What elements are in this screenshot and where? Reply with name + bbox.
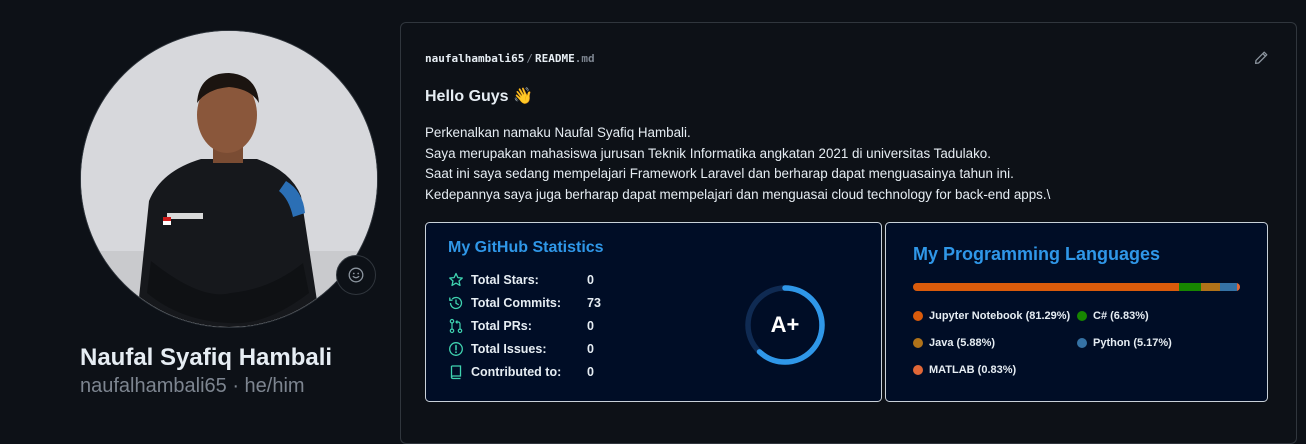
stat-value: 0 bbox=[587, 273, 594, 287]
language-item-java: Java (5.88%) bbox=[913, 337, 995, 349]
stat-row-commits: Total Commits: 73 bbox=[448, 293, 601, 313]
pencil-icon bbox=[1254, 51, 1268, 65]
stat-label: Total PRs: bbox=[471, 319, 532, 333]
stat-row-contributed: Contributed to: 0 bbox=[448, 362, 594, 382]
readme-line: Kedepannya saya juga berharap dapat memp… bbox=[425, 186, 1051, 202]
language-bar-segment bbox=[1220, 283, 1238, 291]
profile-name: Naufal Syafiq Hambali bbox=[80, 344, 333, 371]
repo-icon bbox=[450, 365, 462, 380]
top-languages-card[interactable]: My Programming Languages Jupyter Noteboo… bbox=[885, 222, 1268, 402]
stat-value: 0 bbox=[587, 342, 594, 356]
language-label: C# (6.83%) bbox=[1093, 310, 1149, 322]
language-color-dot bbox=[913, 338, 923, 348]
rank-grade: A+ bbox=[770, 312, 800, 337]
stat-value: 0 bbox=[587, 365, 594, 379]
language-item-csharp: C# (6.83%) bbox=[1077, 310, 1149, 322]
set-status-button[interactable] bbox=[336, 255, 376, 295]
language-label: Python (5.17%) bbox=[1093, 337, 1172, 349]
star-icon bbox=[449, 272, 463, 287]
language-label: Jupyter Notebook (81.29%) bbox=[929, 310, 1071, 322]
stat-row-prs: Total PRs: 0 bbox=[448, 316, 594, 336]
stat-label: Total Stars: bbox=[471, 273, 539, 287]
language-color-dot bbox=[913, 311, 923, 321]
stat-label: Total Issues: bbox=[471, 342, 547, 356]
language-progress-bar bbox=[913, 283, 1240, 291]
smiley-icon bbox=[348, 267, 364, 283]
language-bar-segment bbox=[1178, 283, 1202, 291]
readme-breadcrumb: naufalhambali65/README.md bbox=[425, 52, 595, 65]
breadcrumb-file-ext: .md bbox=[574, 52, 595, 65]
issue-icon bbox=[449, 342, 463, 356]
language-bar-segment bbox=[1237, 283, 1240, 291]
language-label: MATLAB (0.83%) bbox=[929, 364, 1017, 376]
languages-card-title: My Programming Languages bbox=[913, 244, 1161, 264]
stats-card-title: My GitHub Statistics bbox=[448, 239, 604, 256]
stat-value: 0 bbox=[587, 319, 594, 333]
breadcrumb-user-link[interactable]: naufalhambali65 bbox=[425, 52, 524, 65]
readme-line: Saya merupakan mahasiswa jurusan Teknik … bbox=[425, 145, 991, 161]
language-bar-segment bbox=[913, 283, 1179, 291]
stat-label: Total Commits: bbox=[471, 296, 562, 310]
edit-readme-button[interactable] bbox=[1253, 50, 1271, 68]
stat-label: Contributed to: bbox=[471, 365, 562, 379]
history-icon bbox=[449, 296, 463, 310]
language-color-dot bbox=[1077, 338, 1087, 348]
readme-line: Perkenalkan namaku Naufal Syafiq Hambali… bbox=[425, 125, 691, 140]
profile-username-pronouns: naufalhambali65 · he/him bbox=[80, 375, 305, 397]
stat-row-issues: Total Issues: 0 bbox=[448, 339, 594, 359]
breadcrumb-file-name: README bbox=[534, 52, 575, 65]
readme-line: Saat ini saya sedang mempelajari Framewo… bbox=[425, 166, 1014, 181]
breadcrumb-file-link[interactable]: README.md bbox=[535, 52, 595, 65]
breadcrumb-separator: / bbox=[526, 52, 533, 65]
language-color-dot bbox=[913, 365, 923, 375]
profile-avatar[interactable] bbox=[80, 30, 378, 328]
language-label: Java (5.88%) bbox=[929, 337, 996, 349]
github-stats-card[interactable]: My GitHub Statistics Total Stars: 0 Tota… bbox=[425, 222, 882, 402]
readme-heading: Hello Guys 👋 bbox=[425, 88, 533, 105]
language-item-matlab: MATLAB (0.83%) bbox=[913, 364, 1016, 376]
stat-row-stars: Total Stars: 0 bbox=[448, 270, 594, 290]
language-item-jupyter: Jupyter Notebook (81.29%) bbox=[913, 310, 1070, 322]
language-item-python: Python (5.17%) bbox=[1077, 337, 1172, 349]
language-bar-segment bbox=[1201, 283, 1221, 291]
stat-value: 73 bbox=[587, 296, 601, 310]
avatar-photo bbox=[81, 31, 377, 327]
pull-request-icon bbox=[449, 318, 463, 334]
readme-intro-paragraph: Perkenalkan namaku Naufal Syafiq Hambali… bbox=[425, 123, 1285, 205]
language-color-dot bbox=[1077, 311, 1087, 321]
